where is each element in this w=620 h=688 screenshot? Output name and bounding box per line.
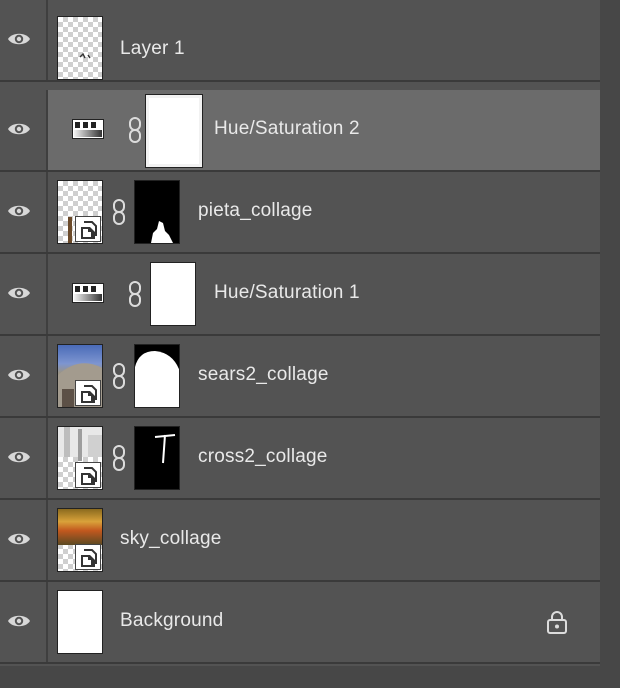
visibility-toggle[interactable] (0, 582, 48, 662)
scrollbar-track[interactable] (600, 0, 620, 688)
layer-mask-thumbnail[interactable] (150, 262, 196, 326)
layer-row-sky-collage[interactable]: sky_collage (0, 500, 600, 582)
layer-thumbnail[interactable] (57, 590, 103, 654)
panel-footer-gap (0, 666, 620, 688)
chain-link-icon[interactable] (112, 445, 126, 471)
layer-name: Hue/Saturation 2 (214, 118, 360, 139)
eye-icon[interactable] (7, 121, 31, 137)
visibility-toggle[interactable] (0, 418, 48, 498)
layer-name: sears2_collage (198, 364, 329, 385)
chain-link-icon[interactable] (112, 199, 126, 225)
eye-icon[interactable] (7, 449, 31, 465)
layer-row-hue-saturation-1[interactable]: Hue/Saturation 1 (0, 254, 600, 336)
chain-link-icon[interactable] (128, 281, 142, 307)
smart-object-badge-icon (75, 380, 101, 406)
chain-link-icon[interactable] (112, 363, 126, 389)
layer-mask-thumbnail[interactable] (134, 344, 180, 408)
visibility-toggle[interactable] (0, 254, 48, 334)
layer-name: Hue/Saturation 1 (214, 282, 360, 303)
eye-icon[interactable] (7, 285, 31, 301)
layer-row-hue-saturation-2[interactable]: Hue/Saturation 2 (0, 90, 600, 172)
visibility-toggle[interactable] (0, 172, 48, 252)
layer-mask-thumbnail[interactable] (134, 180, 180, 244)
visibility-toggle[interactable] (0, 90, 48, 170)
layer-row-layer-1[interactable]: Layer 1 (0, 0, 600, 82)
hue-saturation-adjustment-icon[interactable] (72, 283, 104, 303)
layer-row-sears2-collage[interactable]: sears2_collage (0, 336, 600, 418)
layer-name: Background (120, 610, 224, 631)
layer-row-background[interactable]: Background (0, 582, 600, 664)
layer-thumbnail[interactable] (57, 180, 103, 244)
layer-name: cross2_collage (198, 446, 328, 467)
layer-thumbnail[interactable] (57, 508, 103, 572)
eye-icon[interactable] (7, 367, 31, 383)
layer-thumbnail[interactable] (57, 16, 103, 80)
chain-link-icon[interactable] (128, 117, 142, 143)
layer-thumbnail[interactable] (57, 344, 103, 408)
visibility-toggle[interactable] (0, 500, 48, 580)
layer-mask-thumbnail[interactable] (134, 426, 180, 490)
layer-name: Layer 1 (120, 38, 185, 59)
hue-saturation-adjustment-icon[interactable] (72, 119, 104, 139)
layer-mask-thumbnail[interactable] (145, 94, 203, 168)
layer-row-cross2-collage[interactable]: cross2_collage (0, 418, 600, 500)
layer-name: sky_collage (120, 528, 222, 549)
layers-panel: Layer 1 Hue/Saturation 2 pieta_collage H… (0, 0, 600, 666)
visibility-toggle[interactable] (0, 0, 48, 80)
eye-icon[interactable] (7, 31, 31, 47)
eye-icon[interactable] (7, 531, 31, 547)
smart-object-badge-icon (75, 216, 101, 242)
smart-object-badge-icon (75, 462, 101, 488)
visibility-toggle[interactable] (0, 336, 48, 416)
lock-icon[interactable] (546, 610, 568, 634)
smart-object-badge-icon (75, 544, 101, 570)
eye-icon[interactable] (7, 203, 31, 219)
layer-thumbnail[interactable] (57, 426, 103, 490)
layer-name: pieta_collage (198, 200, 313, 221)
layer-row-pieta-collage[interactable]: pieta_collage (0, 172, 600, 254)
eye-icon[interactable] (7, 613, 31, 629)
